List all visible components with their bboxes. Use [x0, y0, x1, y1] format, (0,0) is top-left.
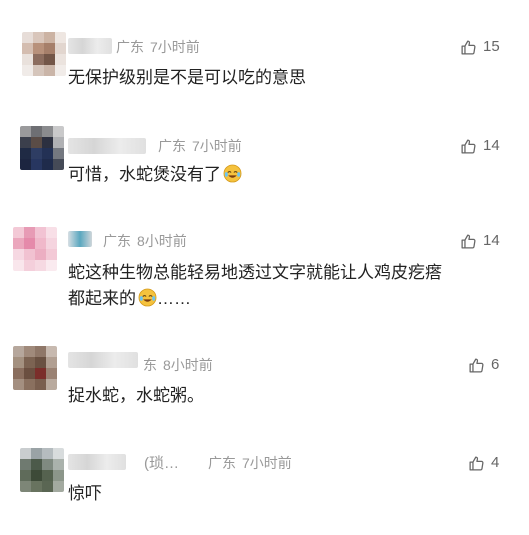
location-label: 广东: [103, 233, 131, 249]
comment-item: 广东 7小时前 14 可惜，水蛇煲没有了: [0, 126, 529, 190]
avatar[interactable]: [13, 227, 57, 271]
comment-text-line: 蛇这种生物总能轻易地透过文字就能让人鸡皮疙瘩: [68, 263, 442, 282]
thumbs-up-icon: [461, 39, 476, 55]
comment-meta: 广东 7小时前: [208, 454, 298, 472]
username-partial[interactable]: (琐…: [144, 455, 179, 473]
comment-meta: 广东 7小时前: [158, 137, 248, 155]
comment-text-ellipsis: ……: [157, 289, 191, 308]
location-label: 广东: [208, 455, 236, 471]
like-count: 4: [491, 454, 500, 471]
comment-meta: 广东 7小时前: [116, 38, 206, 56]
avatar[interactable]: [13, 346, 57, 390]
comment-item: (琐… 广东 7小时前 4 惊吓: [0, 448, 529, 512]
username-blurred[interactable]: [68, 352, 138, 368]
comment-item: 广东 7小时前 15 无保护级别是不是可以吃的意思: [0, 32, 529, 92]
username-blurred[interactable]: [68, 454, 126, 470]
comment-item: 东 8小时前 6 捉水蛇，水蛇粥。: [0, 346, 529, 410]
timestamp: 7小时前: [150, 39, 200, 55]
comment-text: 蛇这种生物总能轻易地透过文字就能让人鸡皮疙瘩 都起来的 ……: [68, 260, 508, 312]
like-count: 15: [483, 38, 500, 55]
comment-meta: 东 8小时前: [143, 356, 219, 374]
comment-item: 广东 8小时前 14 蛇这种生物总能轻易地透过文字就能让人鸡皮疙瘩 都起来的 ……: [0, 227, 529, 317]
comment-meta: 广东 8小时前: [103, 232, 193, 250]
comment-text: 捉水蛇，水蛇粥。: [68, 386, 204, 405]
location-label: 东: [143, 357, 157, 373]
laugh-cry-emoji-icon: [138, 288, 157, 307]
comment-text-line: 都起来的 ……: [68, 286, 508, 312]
comment-text-body: 都起来的: [68, 289, 136, 308]
thumbs-up-icon: [469, 455, 484, 471]
username-blurred[interactable]: [68, 138, 146, 154]
avatar[interactable]: [20, 126, 64, 170]
timestamp: 7小时前: [242, 455, 292, 471]
like-button[interactable]: 6: [468, 355, 499, 375]
location-label: 广东: [158, 138, 186, 154]
location-label: 广东: [116, 39, 144, 55]
username-blurred[interactable]: [68, 231, 92, 247]
thumbs-up-icon: [461, 138, 476, 154]
like-button[interactable]: 14: [460, 231, 500, 251]
like-count: 6: [491, 356, 500, 373]
like-button[interactable]: 14: [460, 136, 500, 156]
timestamp: 7小时前: [192, 138, 242, 154]
like-button[interactable]: 4: [468, 453, 499, 473]
like-button[interactable]: 15: [460, 37, 500, 57]
comment-text-body: 可惜，水蛇煲没有了: [68, 165, 221, 184]
comment-text: 惊吓: [68, 484, 102, 503]
thumbs-up-icon: [461, 233, 476, 249]
like-count: 14: [483, 137, 500, 154]
avatar[interactable]: [22, 32, 66, 76]
like-count: 14: [483, 232, 500, 249]
timestamp: 8小时前: [163, 357, 213, 373]
avatar[interactable]: [20, 448, 64, 492]
username-blurred[interactable]: [68, 38, 112, 54]
timestamp: 8小时前: [137, 233, 187, 249]
comment-text: 无保护级别是不是可以吃的意思: [68, 68, 306, 87]
thumbs-up-icon: [469, 357, 484, 373]
laugh-cry-emoji-icon: [223, 164, 242, 183]
comment-text: 可惜，水蛇煲没有了: [68, 162, 498, 188]
